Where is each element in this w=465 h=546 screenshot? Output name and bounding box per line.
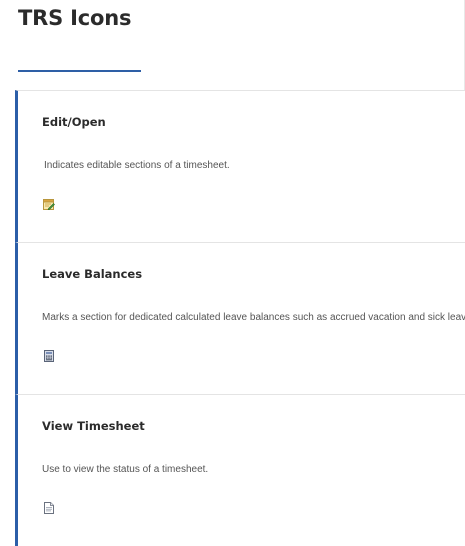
icon-sections-list: Edit/Open Indicates editable sections of…	[15, 90, 465, 546]
section-edit-open: Edit/Open Indicates editable sections of…	[15, 90, 465, 242]
section-title: View Timesheet	[42, 419, 145, 433]
calculator-icon	[44, 350, 54, 362]
edit-open-icon	[43, 199, 55, 210]
section-leave-balances: Leave Balances Marks a section for dedic…	[15, 242, 465, 394]
section-description: Marks a section for dedicated calculated…	[42, 312, 465, 323]
page-title: TRS Icons	[18, 6, 132, 30]
document-icon	[44, 502, 54, 514]
section-title: Leave Balances	[42, 267, 143, 281]
section-description: Indicates editable sections of a timeshe…	[44, 160, 230, 171]
section-view-timesheet: View Timesheet Use to view the status of…	[15, 394, 465, 546]
section-title: Edit/Open	[42, 115, 106, 129]
section-description: Use to view the status of a timesheet.	[42, 464, 209, 475]
title-underline	[18, 70, 141, 72]
